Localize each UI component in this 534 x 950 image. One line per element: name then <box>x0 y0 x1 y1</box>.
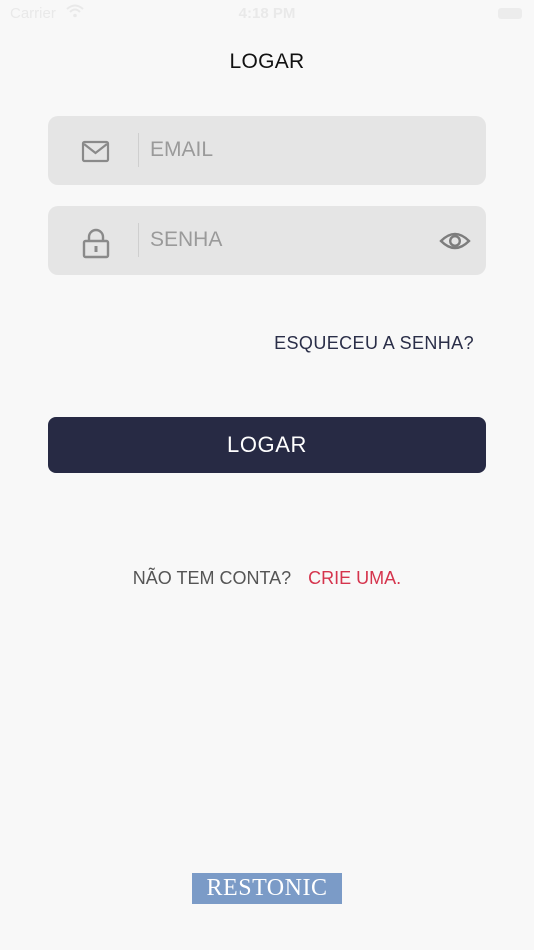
password-field[interactable] <box>48 206 486 275</box>
lock-icon <box>81 227 111 259</box>
password-input[interactable] <box>150 223 430 257</box>
page-title: LOGAR <box>229 50 305 73</box>
email-input[interactable] <box>150 133 430 167</box>
eye-icon[interactable] <box>439 228 471 254</box>
forgot-password-link[interactable]: ESQUECEU A SENHA? <box>274 333 474 354</box>
status-time: 4:18 PM <box>238 5 296 22</box>
status-bar: Carrier 4:18 PM <box>0 0 534 28</box>
login-button[interactable]: LOGAR <box>48 417 486 473</box>
logo-text: RESTONIC <box>206 875 328 901</box>
field-divider <box>138 133 139 167</box>
field-divider <box>138 223 139 257</box>
signup-prompt: NÃO TEM CONTA? CRIE UMA. <box>0 568 534 589</box>
battery-icon <box>498 8 522 19</box>
create-account-link[interactable]: CRIE UMA. <box>308 568 401 588</box>
restonic-logo: RESTONIC <box>192 873 342 904</box>
email-field[interactable] <box>48 116 486 185</box>
mail-icon <box>81 137 111 167</box>
signup-question: NÃO TEM CONTA? <box>132 568 292 588</box>
